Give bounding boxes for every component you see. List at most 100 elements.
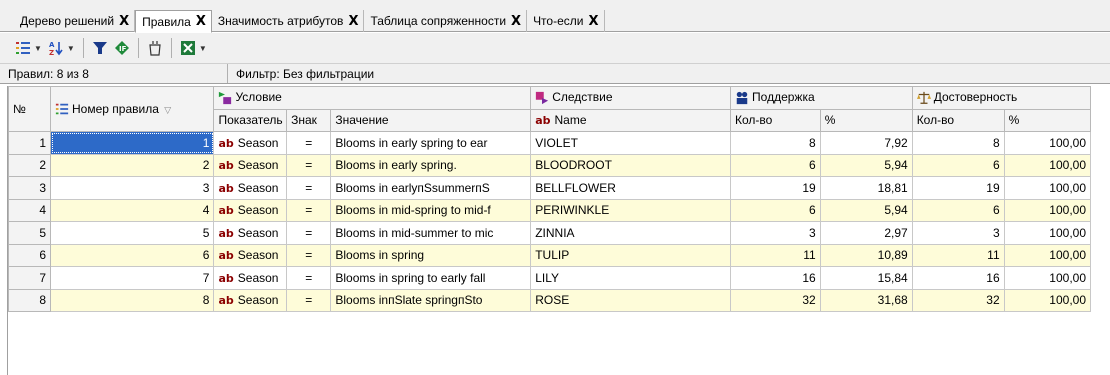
confidence-percent-cell[interactable]: 100,00	[1003, 221, 1092, 245]
confidence-percent-cell[interactable]: 100,00	[1003, 243, 1092, 267]
rule-number-cell[interactable]: 3	[49, 176, 215, 200]
support-percent-cell[interactable]: 2,97	[819, 221, 913, 245]
row-number-cell[interactable]: 4	[8, 198, 51, 222]
value-cell[interactable]: Blooms inпSlate springпSto	[330, 288, 532, 312]
column-header-value[interactable]: Значение	[330, 108, 532, 132]
sign-cell[interactable]: =	[286, 176, 332, 200]
name-cell[interactable]: BELLFLOWER	[530, 176, 732, 200]
confidence-count-cell[interactable]: 3	[911, 221, 1005, 245]
support-percent-cell[interactable]: 18,81	[819, 176, 913, 200]
column-header-indicator[interactable]: Показатель	[213, 108, 288, 132]
support-percent-cell[interactable]: 15,84	[819, 266, 913, 290]
row-number-cell[interactable]: 1	[8, 131, 51, 155]
name-cell[interactable]: ZINNIA	[530, 221, 732, 245]
rule-number-cell[interactable]: 7	[49, 266, 215, 290]
sign-cell[interactable]: =	[286, 153, 332, 177]
list-view-button[interactable]: ▼	[12, 36, 45, 60]
table-row[interactable]: 1 1 ab Season = Blooms in early spring to ear…	[8, 131, 1092, 155]
confidence-percent-cell[interactable]: 100,00	[1003, 176, 1092, 200]
name-cell[interactable]: TULIP	[530, 243, 732, 267]
confidence-count-cell[interactable]: 6	[911, 153, 1005, 177]
confidence-count-cell[interactable]: 8	[911, 131, 1005, 155]
support-count-cell[interactable]: 8	[730, 131, 821, 155]
rule-number-cell[interactable]: 5	[49, 221, 215, 245]
sign-cell[interactable]: =	[286, 198, 332, 222]
table-row[interactable]: 2 2 ab Season = Blooms in early spring. BLOODR…	[8, 153, 1092, 177]
column-header-rule-number[interactable]: Номер правила ▽	[49, 86, 215, 132]
column-header-conf-percent[interactable]: %	[1003, 108, 1092, 132]
sign-cell[interactable]: =	[286, 221, 332, 245]
indicator-cell[interactable]: ab Season	[213, 221, 288, 245]
tab-1[interactable]: Дерево решений X	[14, 10, 136, 32]
indicator-cell[interactable]: ab Season	[213, 131, 288, 155]
support-count-cell[interactable]: 16	[730, 266, 821, 290]
sign-cell[interactable]: =	[286, 131, 332, 155]
filter-button[interactable]	[89, 36, 111, 60]
confidence-percent-cell[interactable]: 100,00	[1003, 288, 1092, 312]
column-header-conf-count[interactable]: Кол-во	[911, 108, 1005, 132]
value-cell[interactable]: Blooms in early spring to ear	[330, 131, 532, 155]
column-header-support-count[interactable]: Кол-во	[730, 108, 821, 132]
name-cell[interactable]: VIOLET	[530, 131, 732, 155]
row-number-cell[interactable]: 7	[8, 266, 51, 290]
confidence-count-cell[interactable]: 16	[911, 266, 1005, 290]
support-percent-cell[interactable]: 5,94	[819, 198, 913, 222]
support-count-cell[interactable]: 32	[730, 288, 821, 312]
tab-4[interactable]: Таблица сопряженности X	[364, 10, 528, 32]
row-number-cell[interactable]: 5	[8, 221, 51, 245]
value-cell[interactable]: Blooms in early spring.	[330, 153, 532, 177]
rule-number-cell[interactable]: 4	[49, 198, 215, 222]
clear-button[interactable]	[144, 36, 166, 60]
row-number-cell[interactable]: 8	[8, 288, 51, 312]
chevron-down-icon[interactable]: ▼	[199, 44, 207, 53]
confidence-percent-cell[interactable]: 100,00	[1003, 153, 1092, 177]
table-row[interactable]: 7 7 ab Season = Blooms in spring to early fal…	[8, 266, 1092, 290]
column-header-support[interactable]: Поддержка	[730, 86, 913, 110]
chevron-down-icon[interactable]: ▼	[67, 44, 75, 53]
support-percent-cell[interactable]: 5,94	[819, 153, 913, 177]
support-count-cell[interactable]: 3	[730, 221, 821, 245]
chevron-down-icon[interactable]: ▼	[34, 44, 42, 53]
support-count-cell[interactable]: 11	[730, 243, 821, 267]
row-number-cell[interactable]: 3	[8, 176, 51, 200]
value-cell[interactable]: Blooms in mid-summer to mic	[330, 221, 532, 245]
column-header-name[interactable]: ab Name	[530, 108, 732, 132]
table-row[interactable]: 6 6 ab Season = Blooms in spring TULIP 11 10,89 1…	[8, 243, 1092, 267]
tab-2[interactable]: Правила X	[135, 10, 212, 33]
support-count-cell[interactable]: 6	[730, 198, 821, 222]
close-icon[interactable]: X	[196, 14, 206, 29]
close-icon[interactable]: X	[511, 14, 521, 29]
rule-number-cell[interactable]: 8	[49, 288, 215, 312]
value-cell[interactable]: Blooms in spring	[330, 243, 532, 267]
filter-condition-button[interactable]: IF	[111, 36, 133, 60]
support-percent-cell[interactable]: 10,89	[819, 243, 913, 267]
rules-grid[interactable]: № Номер правила ▽ Условие Следствие Подд…	[7, 86, 1110, 375]
sign-cell[interactable]: =	[286, 243, 332, 267]
indicator-cell[interactable]: ab Season	[213, 176, 288, 200]
support-percent-cell[interactable]: 31,68	[819, 288, 913, 312]
confidence-count-cell[interactable]: 11	[911, 243, 1005, 267]
confidence-count-cell[interactable]: 19	[911, 176, 1005, 200]
rule-number-cell[interactable]: 1	[49, 131, 215, 155]
sign-cell[interactable]: =	[286, 266, 332, 290]
indicator-cell[interactable]: ab Season	[213, 243, 288, 267]
confidence-percent-cell[interactable]: 100,00	[1003, 198, 1092, 222]
support-percent-cell[interactable]: 7,92	[819, 131, 913, 155]
confidence-count-cell[interactable]: 32	[911, 288, 1005, 312]
support-count-cell[interactable]: 6	[730, 153, 821, 177]
sign-cell[interactable]: =	[286, 288, 332, 312]
value-cell[interactable]: Blooms in mid-spring to mid-f	[330, 198, 532, 222]
indicator-cell[interactable]: ab Season	[213, 153, 288, 177]
confidence-count-cell[interactable]: 6	[911, 198, 1005, 222]
close-icon[interactable]: X	[119, 14, 129, 29]
close-icon[interactable]: X	[348, 14, 358, 29]
column-header-consequence[interactable]: Следствие	[530, 86, 732, 110]
name-cell[interactable]: LILY	[530, 266, 732, 290]
value-cell[interactable]: Blooms in earlyпSsummerпS	[330, 176, 532, 200]
sort-button[interactable]: A Z ▼	[45, 36, 78, 60]
confidence-percent-cell[interactable]: 100,00	[1003, 266, 1092, 290]
column-header-support-percent[interactable]: %	[819, 108, 913, 132]
indicator-cell[interactable]: ab Season	[213, 266, 288, 290]
table-row[interactable]: 4 4 ab Season = Blooms in mid-spring to mid-f…	[8, 198, 1092, 222]
indicator-cell[interactable]: ab Season	[213, 198, 288, 222]
